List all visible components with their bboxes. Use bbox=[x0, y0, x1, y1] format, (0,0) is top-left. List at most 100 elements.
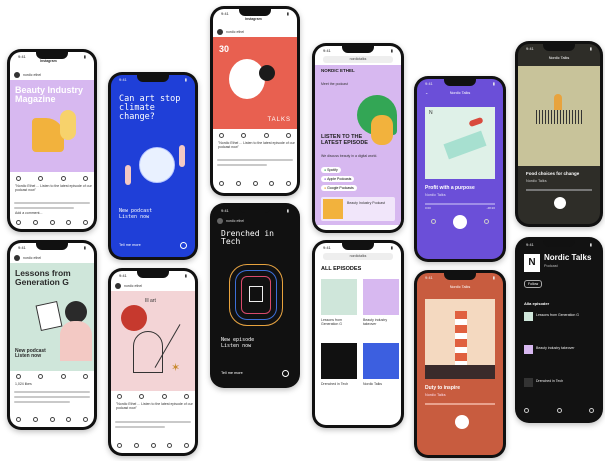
list-item[interactable]: Drenched in Tech bbox=[524, 378, 594, 388]
avatar[interactable] bbox=[14, 72, 20, 78]
track-title: Profit with a purpose bbox=[425, 185, 475, 191]
forward-icon[interactable] bbox=[484, 219, 489, 224]
profile-icon[interactable] bbox=[83, 220, 88, 225]
bookmark-icon[interactable] bbox=[183, 394, 189, 399]
progress-bar[interactable] bbox=[526, 189, 592, 191]
search-icon[interactable] bbox=[556, 408, 562, 413]
play-pause-button[interactable] bbox=[453, 215, 467, 229]
story-link-button[interactable]: Tell me more bbox=[119, 243, 141, 247]
episode-card[interactable]: Beauty Industry Podcast bbox=[321, 197, 395, 221]
share-icon[interactable] bbox=[263, 133, 269, 138]
list-item[interactable]: Beauty industry takeover bbox=[524, 345, 594, 355]
episode-tile[interactable] bbox=[321, 279, 357, 315]
share-icon[interactable] bbox=[60, 374, 66, 379]
player-header: Nordic Talks bbox=[449, 91, 471, 95]
home-icon[interactable] bbox=[524, 408, 529, 413]
like-icon[interactable] bbox=[219, 133, 224, 138]
browser-url-bar[interactable]: nordictalks bbox=[323, 56, 393, 63]
avatar[interactable] bbox=[115, 283, 121, 289]
list-item[interactable]: Lessons from Generation G bbox=[524, 312, 594, 322]
episode-tile[interactable] bbox=[321, 343, 357, 379]
post-image[interactable]: 30 TALKS bbox=[213, 37, 297, 129]
like-count: 1,024 likes bbox=[15, 382, 32, 386]
add-post-icon[interactable] bbox=[49, 417, 55, 422]
home-icon[interactable] bbox=[16, 220, 21, 225]
illustration-hero bbox=[468, 116, 484, 128]
comment-icon[interactable] bbox=[241, 133, 247, 138]
show-subtitle: Podcast bbox=[544, 264, 558, 268]
apple-podcasts-button[interactable]: ● Apple Podcasts bbox=[321, 176, 355, 182]
send-icon[interactable] bbox=[180, 242, 187, 249]
track-title: Food choices for change bbox=[526, 171, 580, 176]
app-header-title: Instagram bbox=[245, 17, 262, 21]
share-icon[interactable] bbox=[161, 394, 167, 399]
search-icon[interactable] bbox=[235, 181, 241, 186]
bookmark-icon[interactable] bbox=[82, 176, 88, 181]
shop-icon[interactable] bbox=[66, 417, 72, 422]
post-label: TALKS bbox=[267, 117, 291, 123]
search-icon[interactable] bbox=[133, 443, 139, 448]
add-post-icon[interactable] bbox=[150, 443, 156, 448]
shop-icon[interactable] bbox=[167, 443, 173, 448]
home-icon[interactable] bbox=[117, 443, 122, 448]
profile-icon[interactable] bbox=[184, 443, 189, 448]
battery-icon: ▮ bbox=[286, 11, 289, 16]
post-image[interactable]: Lessons from Generation G New podcast Li… bbox=[10, 263, 94, 371]
google-podcasts-button[interactable]: ● Google Podcasts bbox=[321, 185, 357, 191]
account-handle[interactable]: nordic ethel bbox=[23, 256, 41, 260]
progress-bar[interactable] bbox=[425, 403, 495, 405]
account-handle[interactable]: nordic ethel bbox=[23, 73, 41, 77]
add-post-icon[interactable] bbox=[252, 181, 258, 186]
battery-icon: ▮ bbox=[589, 46, 592, 51]
elapsed-time: 0:00 bbox=[425, 206, 431, 210]
like-icon[interactable] bbox=[117, 394, 122, 399]
search-icon[interactable] bbox=[32, 417, 38, 422]
bookmark-icon[interactable] bbox=[285, 133, 291, 138]
rewind-icon[interactable] bbox=[431, 219, 436, 224]
home-icon[interactable] bbox=[16, 417, 21, 422]
add-post-icon[interactable] bbox=[49, 220, 55, 225]
apple-podcasts-icon: ● bbox=[324, 177, 327, 181]
like-icon[interactable] bbox=[16, 176, 21, 181]
post-image[interactable]: Beauty Industry Magazine bbox=[10, 80, 94, 172]
browser-url-bar[interactable]: nordictalks bbox=[323, 253, 393, 260]
account-handle[interactable]: nordic ethel bbox=[124, 284, 142, 288]
play-pause-button[interactable] bbox=[455, 415, 469, 429]
send-icon[interactable] bbox=[282, 370, 289, 377]
phone-notch bbox=[36, 52, 68, 59]
progress-bar[interactable] bbox=[425, 203, 495, 205]
post-image[interactable]: ✶ Ill art bbox=[111, 291, 195, 391]
avatar[interactable] bbox=[14, 255, 20, 261]
battery-icon: ▮ bbox=[390, 245, 393, 250]
search-icon[interactable] bbox=[32, 220, 38, 225]
story-link-button[interactable]: Tell me more bbox=[221, 371, 243, 375]
episode-tile[interactable] bbox=[363, 343, 399, 379]
avatar[interactable] bbox=[217, 218, 223, 224]
account-handle[interactable]: nordic ethel bbox=[226, 30, 244, 34]
post-headline: Ill art bbox=[145, 298, 156, 304]
library-icon[interactable] bbox=[589, 408, 594, 413]
episode-title: Drenched in Tech bbox=[536, 379, 564, 383]
spotify-button[interactable]: ● Spotify bbox=[321, 167, 341, 173]
like-icon[interactable] bbox=[16, 374, 21, 379]
profile-icon[interactable] bbox=[286, 181, 291, 186]
follow-button[interactable]: Follow bbox=[524, 280, 543, 288]
shop-icon[interactable] bbox=[269, 181, 275, 186]
comment-icon[interactable] bbox=[38, 176, 44, 181]
comment-input[interactable]: Add a comment... bbox=[15, 211, 42, 216]
phone-notch bbox=[443, 273, 477, 280]
share-icon[interactable] bbox=[60, 176, 66, 181]
bookmark-icon[interactable] bbox=[82, 374, 88, 379]
comment-icon[interactable] bbox=[38, 374, 44, 379]
account-handle[interactable]: nordic ethel bbox=[226, 219, 244, 223]
comment-icon[interactable] bbox=[139, 394, 145, 399]
album-art bbox=[518, 66, 600, 166]
hero-body: We discuss beauty in a digital world. bbox=[321, 154, 378, 158]
episode-tile[interactable] bbox=[363, 279, 399, 315]
profile-icon[interactable] bbox=[83, 417, 88, 422]
battery-icon: ▮ bbox=[492, 275, 495, 280]
shop-icon[interactable] bbox=[66, 220, 72, 225]
avatar[interactable] bbox=[217, 29, 223, 35]
home-icon[interactable] bbox=[219, 181, 224, 186]
play-pause-button[interactable] bbox=[554, 197, 566, 209]
